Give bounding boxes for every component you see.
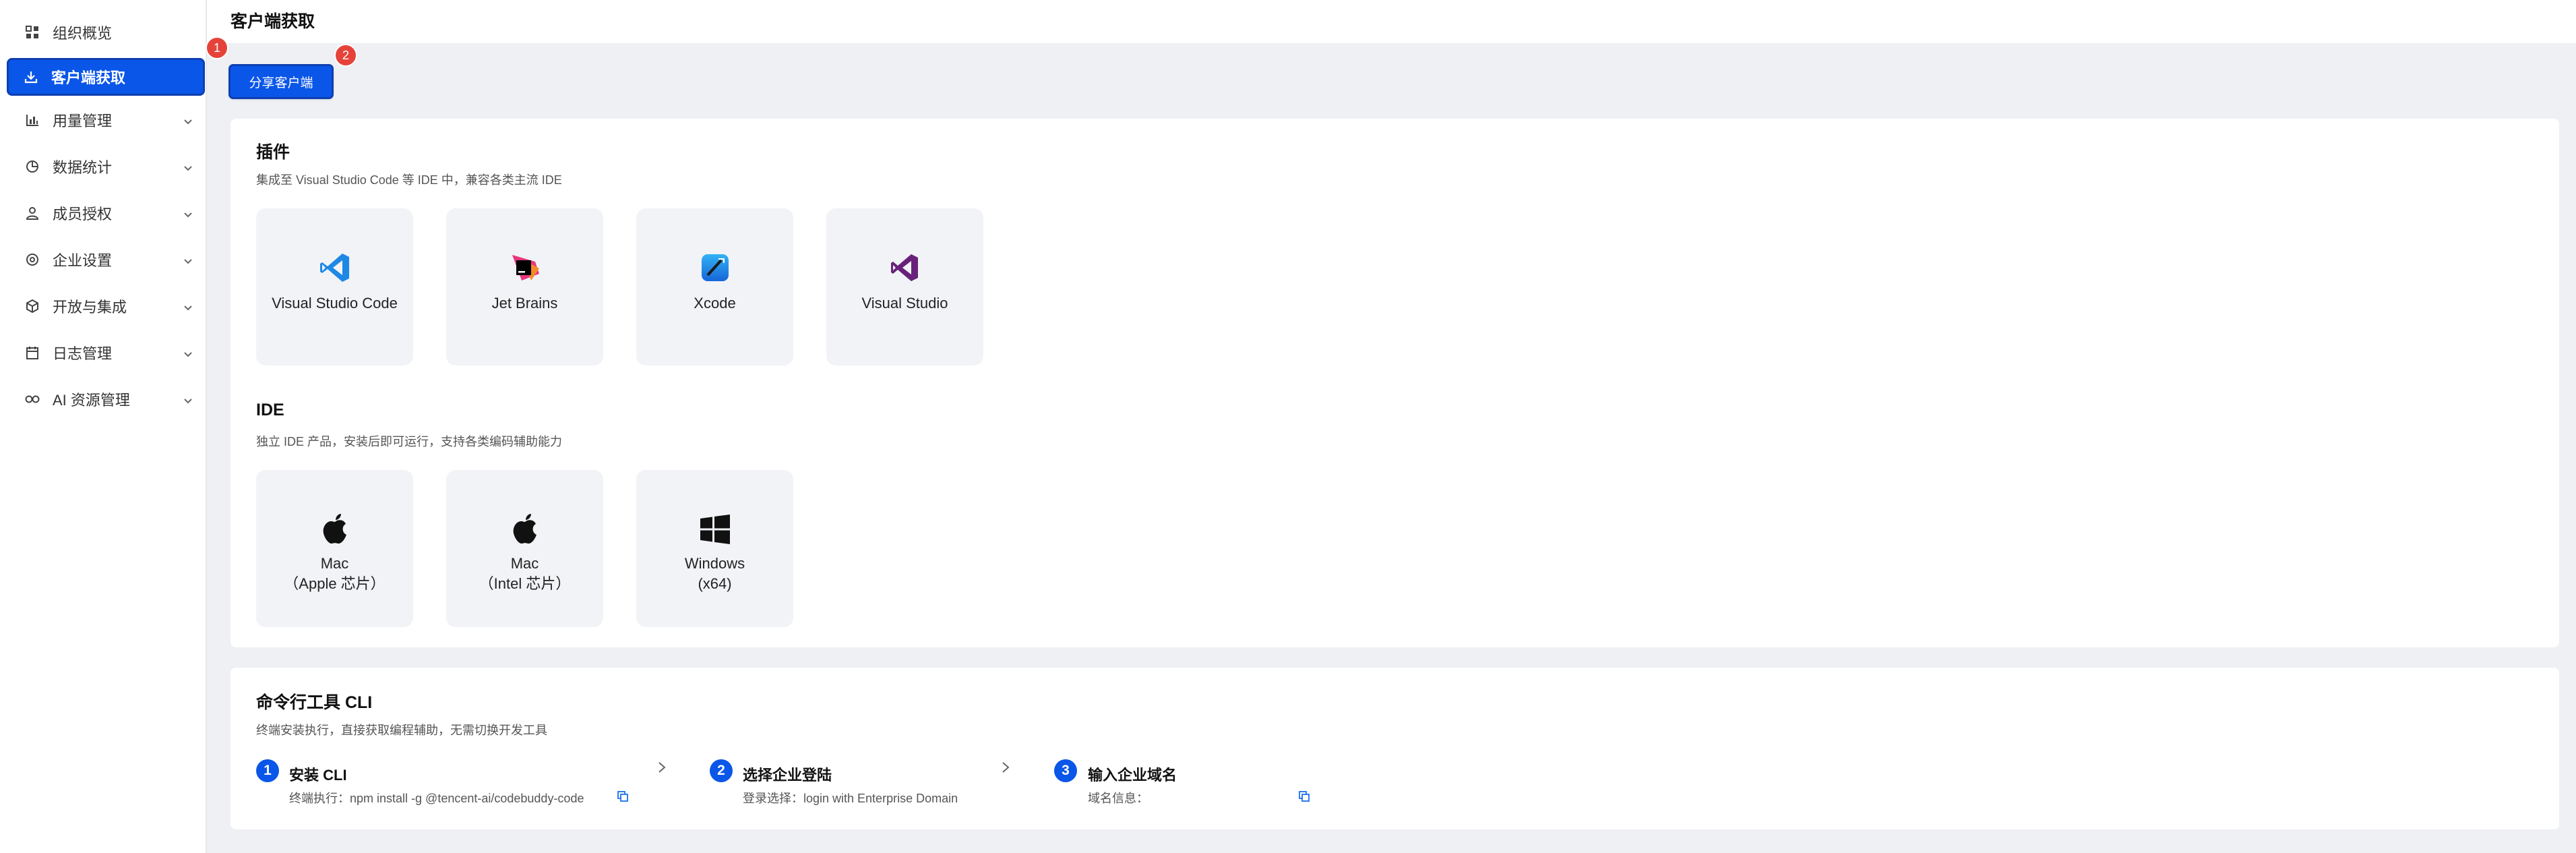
sidebar-item-log-management[interactable]: 日志管理 (8, 334, 206, 372)
copy-icon[interactable] (617, 790, 629, 806)
card-label: Mac （Intel 芯片） (479, 555, 571, 592)
sidebar-item-label: 数据统计 (53, 159, 113, 176)
card-visual-studio[interactable]: Visual Studio (826, 208, 983, 365)
card-xcode[interactable]: Xcode (636, 208, 793, 365)
card-vscode[interactable]: Visual Studio Code (256, 208, 413, 365)
card-label: Visual Studio Code (272, 295, 398, 312)
jetbrains-icon (508, 250, 543, 285)
card-windows[interactable]: Windows (x64) (636, 470, 793, 627)
sidebar-item-open-integration[interactable]: 开放与集成 (8, 287, 206, 325)
step-title: 选择企业登陆 (743, 767, 832, 784)
cli-title: 命令行工具 CLI (256, 693, 373, 712)
card-label: Mac （Apple 芯片） (284, 555, 386, 592)
apple-icon (508, 512, 543, 547)
pie-chart-icon (23, 157, 42, 176)
sidebar-item-statistics[interactable]: 数据统计 (8, 148, 206, 185)
bar-chart-icon (23, 111, 42, 129)
copy-icon[interactable] (1298, 790, 1310, 806)
user-icon (23, 204, 42, 223)
sidebar-item-label: AI 资源管理 (53, 392, 130, 409)
step-desc: 域名信息： (1088, 792, 1148, 805)
xcode-icon (698, 250, 733, 285)
card-label: Visual Studio (861, 295, 948, 312)
step-desc: 登录选择：login with Enterprise Domain (743, 792, 958, 805)
downloads-panel: 插件 集成至 Visual Studio Code 等 IDE 中，兼容各类主流… (231, 119, 2559, 647)
settings-icon (23, 250, 42, 269)
plugins-desc: 集成至 Visual Studio Code 等 IDE 中，兼容各类主流 ID… (256, 173, 562, 187)
sidebar-item-label: 组织概览 (53, 25, 113, 42)
step-title: 安装 CLI (289, 767, 347, 784)
ide-title: IDE (256, 401, 284, 419)
step-number: 1 (256, 759, 279, 782)
apple-icon (317, 512, 352, 547)
card-mac-apple[interactable]: Mac （Apple 芯片） (256, 470, 413, 627)
sidebar-item-client-download[interactable]: 客户端获取 (7, 58, 205, 96)
sidebar-item-member-auth[interactable]: 成员授权 (8, 194, 206, 232)
chevron-down-icon (183, 299, 193, 317)
sidebar-item-org-overview[interactable]: 组织概览 (8, 13, 206, 51)
windows-icon (698, 512, 733, 547)
step-title: 输入企业域名 (1088, 767, 1177, 784)
download-icon (22, 67, 40, 86)
chevron-down-icon (183, 392, 193, 410)
cli-desc: 终端安装执行，直接获取编程辅助，无需切换开发工具 (256, 724, 547, 737)
card-label: Windows (x64) (684, 555, 745, 592)
grid-icon (23, 23, 42, 42)
chevron-down-icon (183, 253, 193, 270)
step-badge-2: 2 (334, 44, 357, 67)
chevron-right-icon (656, 760, 667, 779)
chevron-down-icon (183, 346, 193, 363)
step-desc: 终端执行：npm install -g @tencent-ai/codebudd… (289, 792, 584, 805)
chevron-down-icon (183, 160, 193, 177)
sidebar-item-enterprise-settings[interactable]: 企业设置 (8, 241, 206, 278)
sidebar-item-ai-resources[interactable]: AI 资源管理 (8, 380, 206, 418)
chevron-right-icon (1000, 760, 1011, 779)
sidebar-item-label: 成员授权 (53, 206, 113, 223)
chevron-down-icon (183, 206, 193, 224)
step-number: 2 (710, 759, 733, 782)
share-client-button[interactable]: 分享客户端 (231, 66, 332, 97)
card-jetbrains[interactable]: Jet Brains (446, 208, 603, 365)
calendar-icon (23, 343, 42, 362)
vscode-icon (317, 250, 352, 285)
cube-icon (23, 297, 42, 316)
card-label: Jet Brains (491, 295, 558, 312)
sidebar-item-usage[interactable]: 用量管理 (8, 101, 206, 139)
sidebar-item-label: 开放与集成 (53, 299, 127, 316)
step-badge-1: 1 (206, 36, 228, 59)
sidebar: 组织概览 客户端获取 用量管理 数据统计 成员授权 企业设置 开放与集成 日志管… (0, 0, 207, 853)
sidebar-item-label: 客户端获取 (51, 69, 126, 86)
sidebar-item-label: 用量管理 (53, 113, 113, 129)
infinity-icon (23, 390, 42, 409)
chevron-down-icon (183, 113, 193, 131)
card-label: Xcode (694, 295, 736, 312)
top-bar (207, 0, 2576, 43)
visual-studio-icon (888, 250, 923, 285)
page-title: 客户端获取 (231, 12, 315, 31)
step-number: 3 (1054, 759, 1077, 782)
sidebar-item-label: 企业设置 (53, 252, 113, 269)
cli-panel: 命令行工具 CLI 终端安装执行，直接获取编程辅助，无需切换开发工具 1 安装 … (231, 668, 2559, 829)
card-mac-intel[interactable]: Mac （Intel 芯片） (446, 470, 603, 627)
sidebar-item-label: 日志管理 (53, 345, 113, 362)
ide-desc: 独立 IDE 产品，安装后即可运行，支持各类编码辅助能力 (256, 435, 563, 448)
plugins-title: 插件 (256, 143, 290, 162)
